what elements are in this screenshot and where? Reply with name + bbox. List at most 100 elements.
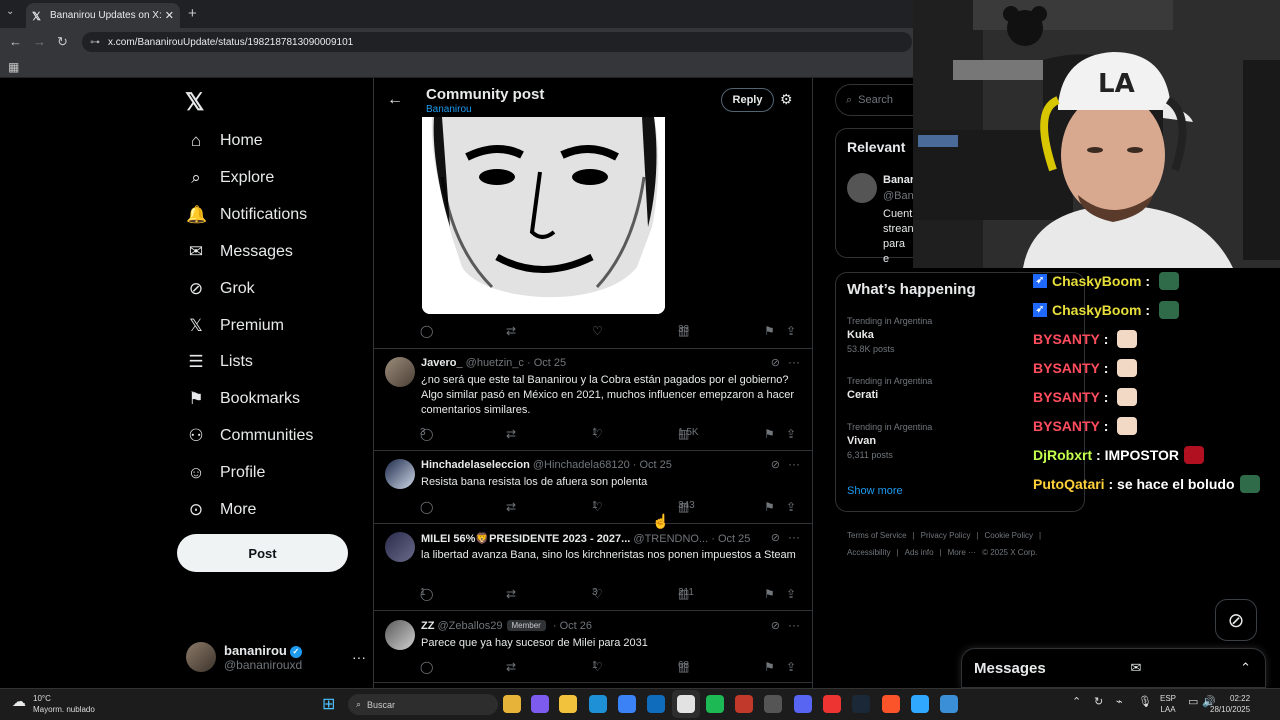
back-arrow-icon[interactable]: ←	[387, 91, 403, 109]
avatar[interactable]	[385, 357, 415, 387]
taskbar-clock[interactable]: 02:22 28/10/2025	[1210, 693, 1250, 715]
apps-grid-icon[interactable]: ▦	[8, 60, 19, 74]
avatar[interactable]	[385, 459, 415, 489]
outlook-icon[interactable]	[647, 695, 665, 713]
tray-mic-icon[interactable]: 🎙	[1138, 695, 1152, 708]
post-date[interactable]: Oct 25	[718, 533, 750, 545]
grok-icon[interactable]: ⊘	[1215, 599, 1257, 641]
nav-item-communities[interactable]: ⚇ Communities	[186, 421, 313, 451]
grok-icon[interactable]: ⊘	[771, 356, 780, 369]
language-indicator[interactable]: ESP LAA	[1160, 693, 1176, 715]
sliders-icon[interactable]: ⚙	[780, 91, 793, 108]
weather-widget[interactable]: 10°C Mayorm. nublado	[33, 693, 95, 715]
trend-item[interactable]: Trending in Argentina Cerati	[847, 376, 1027, 401]
relevant-name[interactable]: Banar	[883, 174, 914, 186]
trend-item[interactable]: Trending in Argentina Vivan 6,311 posts	[847, 422, 1027, 460]
edge-icon[interactable]	[589, 695, 607, 713]
copilot-icon[interactable]	[531, 695, 549, 713]
grok-icon[interactable]: ⊘	[771, 458, 780, 471]
nav-item-profile[interactable]: ☺ Profile	[186, 458, 265, 488]
grok-icon[interactable]: ⊘	[771, 619, 780, 632]
more-dots-icon[interactable]: ···	[352, 649, 366, 665]
footer-link[interactable]: © 2025 X Corp.	[982, 548, 1037, 557]
x-logo-icon[interactable]: 𝕏	[185, 88, 204, 117]
footer-link[interactable]: Terms of Service	[847, 531, 907, 540]
author-handle[interactable]: @Zeballos29	[438, 620, 503, 632]
back-arrow-icon[interactable]: ←	[9, 34, 22, 49]
post-date[interactable]: Oct 26	[560, 620, 592, 632]
capcut-icon[interactable]	[823, 695, 841, 713]
reply-post[interactable]: MILEI 56%🦁PRESIDENTE 2023 - 2027... @TRE…	[385, 530, 800, 592]
new-tab-icon[interactable]: +	[188, 5, 197, 22]
grok-icon[interactable]: ⊘	[771, 531, 780, 544]
brave-icon[interactable]	[882, 695, 900, 713]
taskbar-search[interactable]: ⌕ Buscar	[348, 694, 498, 715]
photoshop-icon[interactable]	[911, 695, 929, 713]
spotify-icon[interactable]	[706, 695, 724, 713]
more-dots-icon[interactable]: ···	[788, 457, 800, 471]
steam-overlay-icon[interactable]	[764, 695, 782, 713]
footer-link[interactable]: Cookie Policy	[985, 531, 1033, 540]
post-button[interactable]: Post	[177, 534, 348, 572]
author-name[interactable]: Javero_	[421, 357, 463, 369]
more-dots-icon[interactable]: ···	[788, 355, 800, 369]
nav-item-explore[interactable]: ⌕ Explore	[186, 163, 274, 193]
show-more-link[interactable]: Show more	[847, 485, 903, 497]
trend-context: Trending in Argentina	[847, 422, 933, 432]
forward-arrow-icon[interactable]: →	[33, 34, 46, 49]
windows-taskbar	[0, 688, 1280, 720]
footer-link[interactable]: Ads info	[905, 548, 934, 557]
reload-icon[interactable]: ↻	[57, 34, 68, 50]
community-name-link[interactable]: Bananirou	[426, 104, 472, 115]
author-handle[interactable]: @huetzin_c	[466, 357, 524, 369]
author-handle[interactable]: @Hinchadela68120	[533, 459, 630, 471]
tray-network-icon[interactable]: ⌁	[1116, 695, 1123, 708]
author-name[interactable]: ZZ	[421, 620, 434, 632]
post-image[interactable]	[422, 117, 665, 314]
nav-item-more[interactable]: ⊙ More	[186, 495, 257, 525]
nav-item-home[interactable]: ⌂ Home	[186, 126, 263, 156]
nav-item-messages[interactable]: ✉ Messages	[186, 237, 293, 267]
trend-item[interactable]: Trending in Argentina Kuka 53.8K posts	[847, 316, 1027, 354]
store-icon[interactable]	[618, 695, 636, 713]
reply-post[interactable]: Javero_ @huetzin_c · Oct 25 ⊘ ··· ¿no será …	[385, 355, 800, 417]
author-name[interactable]: MILEI 56%🦁PRESIDENTE 2023 - 2027...	[421, 533, 630, 545]
nav-item-premium[interactable]: 𝕏 Premium	[186, 311, 284, 341]
messages-drawer[interactable]: Messages ✉ ⌃	[961, 648, 1266, 688]
nav-item-bookmarks[interactable]: ⚑ Bookmarks	[186, 384, 300, 414]
reply-button[interactable]: Reply	[721, 88, 774, 112]
windows-start-icon[interactable]: ⊞	[322, 694, 335, 714]
site-info-icon[interactable]: ⊶	[90, 37, 100, 48]
folder-icon[interactable]	[559, 695, 577, 713]
close-tab-icon[interactable]: ✕	[165, 9, 174, 22]
steam-icon[interactable]	[852, 695, 870, 713]
post-date[interactable]: Oct 25	[639, 459, 671, 471]
account-switcher[interactable]: bananirou ✓ @bananirouxd ···	[186, 640, 366, 674]
nav-item-grok[interactable]: ⊘ Grok	[186, 274, 255, 304]
footer-link[interactable]: Privacy Policy	[921, 531, 971, 540]
footer-link[interactable]: More ···	[948, 548, 976, 557]
nav-item-notifications[interactable]: 🔔 Notifications	[186, 200, 307, 230]
expand-icon[interactable]: ⌃	[1240, 660, 1251, 676]
more-dots-icon[interactable]: ···	[788, 530, 800, 544]
tray-sync-icon[interactable]: ↻	[1094, 695, 1103, 708]
author-name[interactable]: Hinchadelaseleccion	[421, 459, 530, 471]
compose-message-icon[interactable]: ✉	[1130, 660, 1141, 676]
author-handle[interactable]: @TRENDNO...	[633, 533, 708, 545]
address-bar[interactable]: ⊶ x.com/BananirouUpdate/status/198218781…	[82, 32, 912, 52]
discord-icon[interactable]	[794, 695, 812, 713]
notes-app-icon[interactable]	[735, 695, 753, 713]
avatar[interactable]	[385, 620, 415, 650]
nav-item-lists[interactable]: ☰ Lists	[186, 347, 253, 377]
footer-link[interactable]: Accessibility	[847, 548, 891, 557]
tab-search-icon[interactable]: ⌄	[6, 6, 14, 17]
avatar[interactable]	[847, 173, 877, 203]
file-explorer-icon[interactable]	[503, 695, 521, 713]
browser-tab[interactable]: 𝕏 Bananirou Updates on X: "Ban ✕	[26, 3, 180, 28]
globe-app-icon[interactable]	[940, 695, 958, 713]
more-dots-icon[interactable]: ···	[788, 618, 800, 632]
post-date[interactable]: Oct 25	[534, 357, 566, 369]
display-icon[interactable]: ▭	[1188, 695, 1198, 708]
tray-overflow-icon[interactable]: ⌃	[1072, 695, 1081, 708]
avatar[interactable]	[385, 532, 415, 562]
